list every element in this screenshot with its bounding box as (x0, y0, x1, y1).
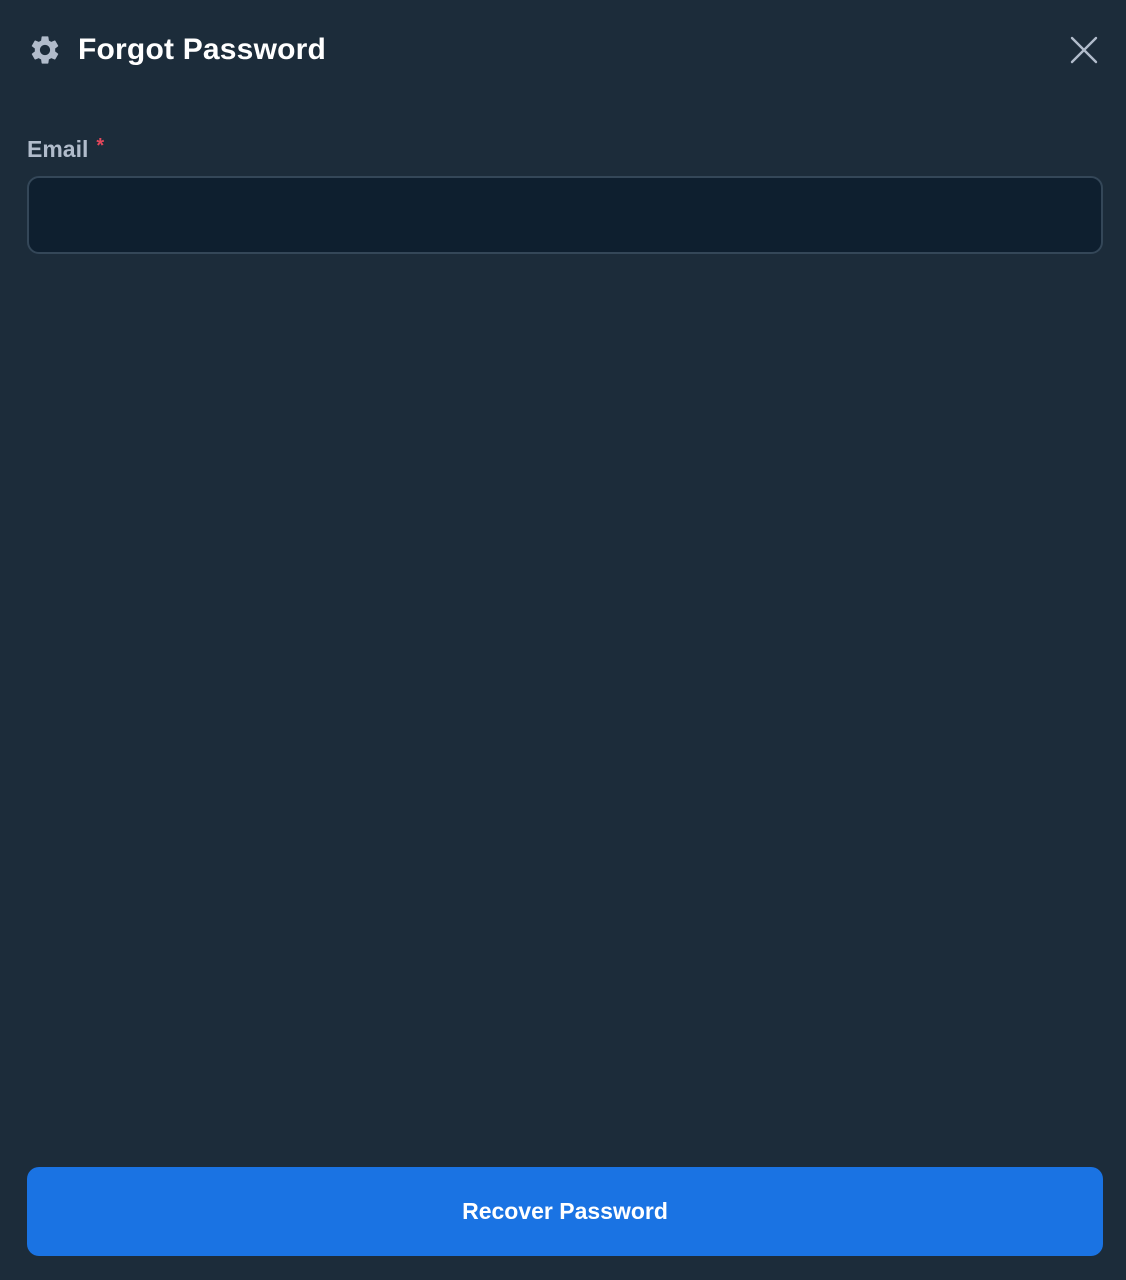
email-label: Email (27, 136, 89, 162)
gear-icon (28, 33, 62, 67)
recover-password-button[interactable]: Recover Password (27, 1167, 1103, 1256)
forgot-password-dialog: Forgot Password Email * Recover Password (0, 0, 1126, 1280)
close-icon (1070, 36, 1098, 64)
close-button[interactable] (1066, 32, 1102, 68)
required-mark: * (96, 135, 105, 157)
dialog-header: Forgot Password (28, 28, 1102, 72)
email-field-group: Email * (27, 136, 1103, 254)
email-label-row: Email * (27, 136, 1103, 166)
dialog-title: Forgot Password (78, 33, 327, 66)
email-input[interactable] (27, 176, 1103, 254)
